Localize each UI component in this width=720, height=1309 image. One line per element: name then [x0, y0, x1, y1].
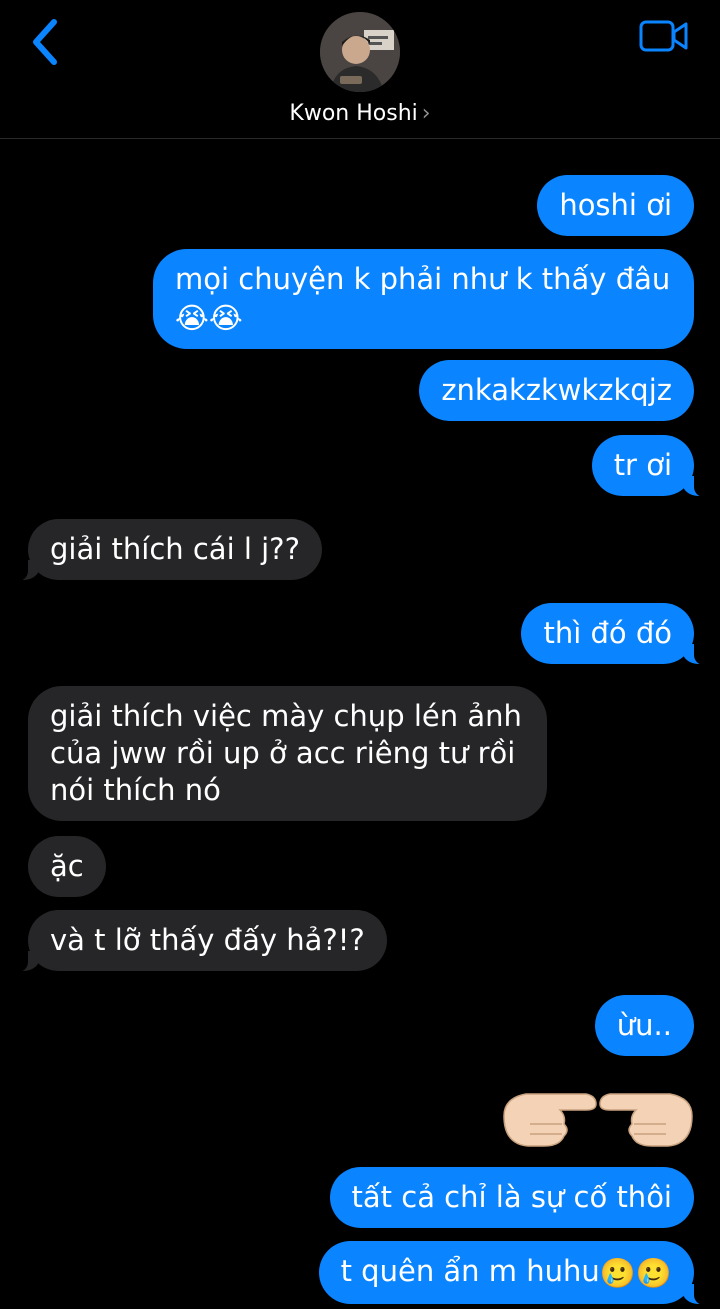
crying-face-emoji: 😭😭: [175, 300, 243, 335]
message-emoji-only[interactable]: 👉👈: [500, 1080, 696, 1150]
pointing-fingers-emoji: [503, 1093, 693, 1147]
contact-name: Kwon Hoshi: [289, 101, 418, 126]
message-outgoing[interactable]: thì đó đó: [521, 603, 714, 665]
message-outgoing[interactable]: hoshi ơi: [537, 175, 694, 236]
message-outgoing[interactable]: tr ơi: [591, 435, 715, 497]
message-outgoing[interactable]: mọi chuyện k phải như k thấy đâu 😭😭: [153, 249, 694, 349]
message-outgoing[interactable]: tất cả chỉ là sự cố thôi: [329, 1167, 694, 1228]
smiling-face-with-tear-emoji: 🥲🥲: [599, 1255, 672, 1290]
chat-header: Kwon Hoshi ›: [0, 0, 720, 139]
message-incoming[interactable]: và t lỡ thấy đấy hả?!?: [8, 910, 387, 972]
video-camera-icon[interactable]: [638, 16, 690, 56]
avatar[interactable]: [320, 12, 400, 92]
chevron-right-icon: ›: [421, 101, 431, 126]
message-outgoing[interactable]: ừu..: [594, 995, 694, 1056]
contact-name-button[interactable]: Kwon Hoshi ›: [0, 101, 720, 126]
message-outgoing[interactable]: znkakzkwkzkqjz: [419, 360, 694, 421]
chevron-left-icon[interactable]: [26, 14, 66, 70]
message-outgoing[interactable]: t quên ẩn m huhu🥲🥲: [318, 1241, 715, 1304]
message-incoming[interactable]: giải thích việc mày chụp lén ảnh của jww…: [28, 686, 547, 821]
message-incoming[interactable]: giải thích cái l j??: [8, 519, 322, 581]
message-incoming[interactable]: ặc: [28, 836, 106, 897]
